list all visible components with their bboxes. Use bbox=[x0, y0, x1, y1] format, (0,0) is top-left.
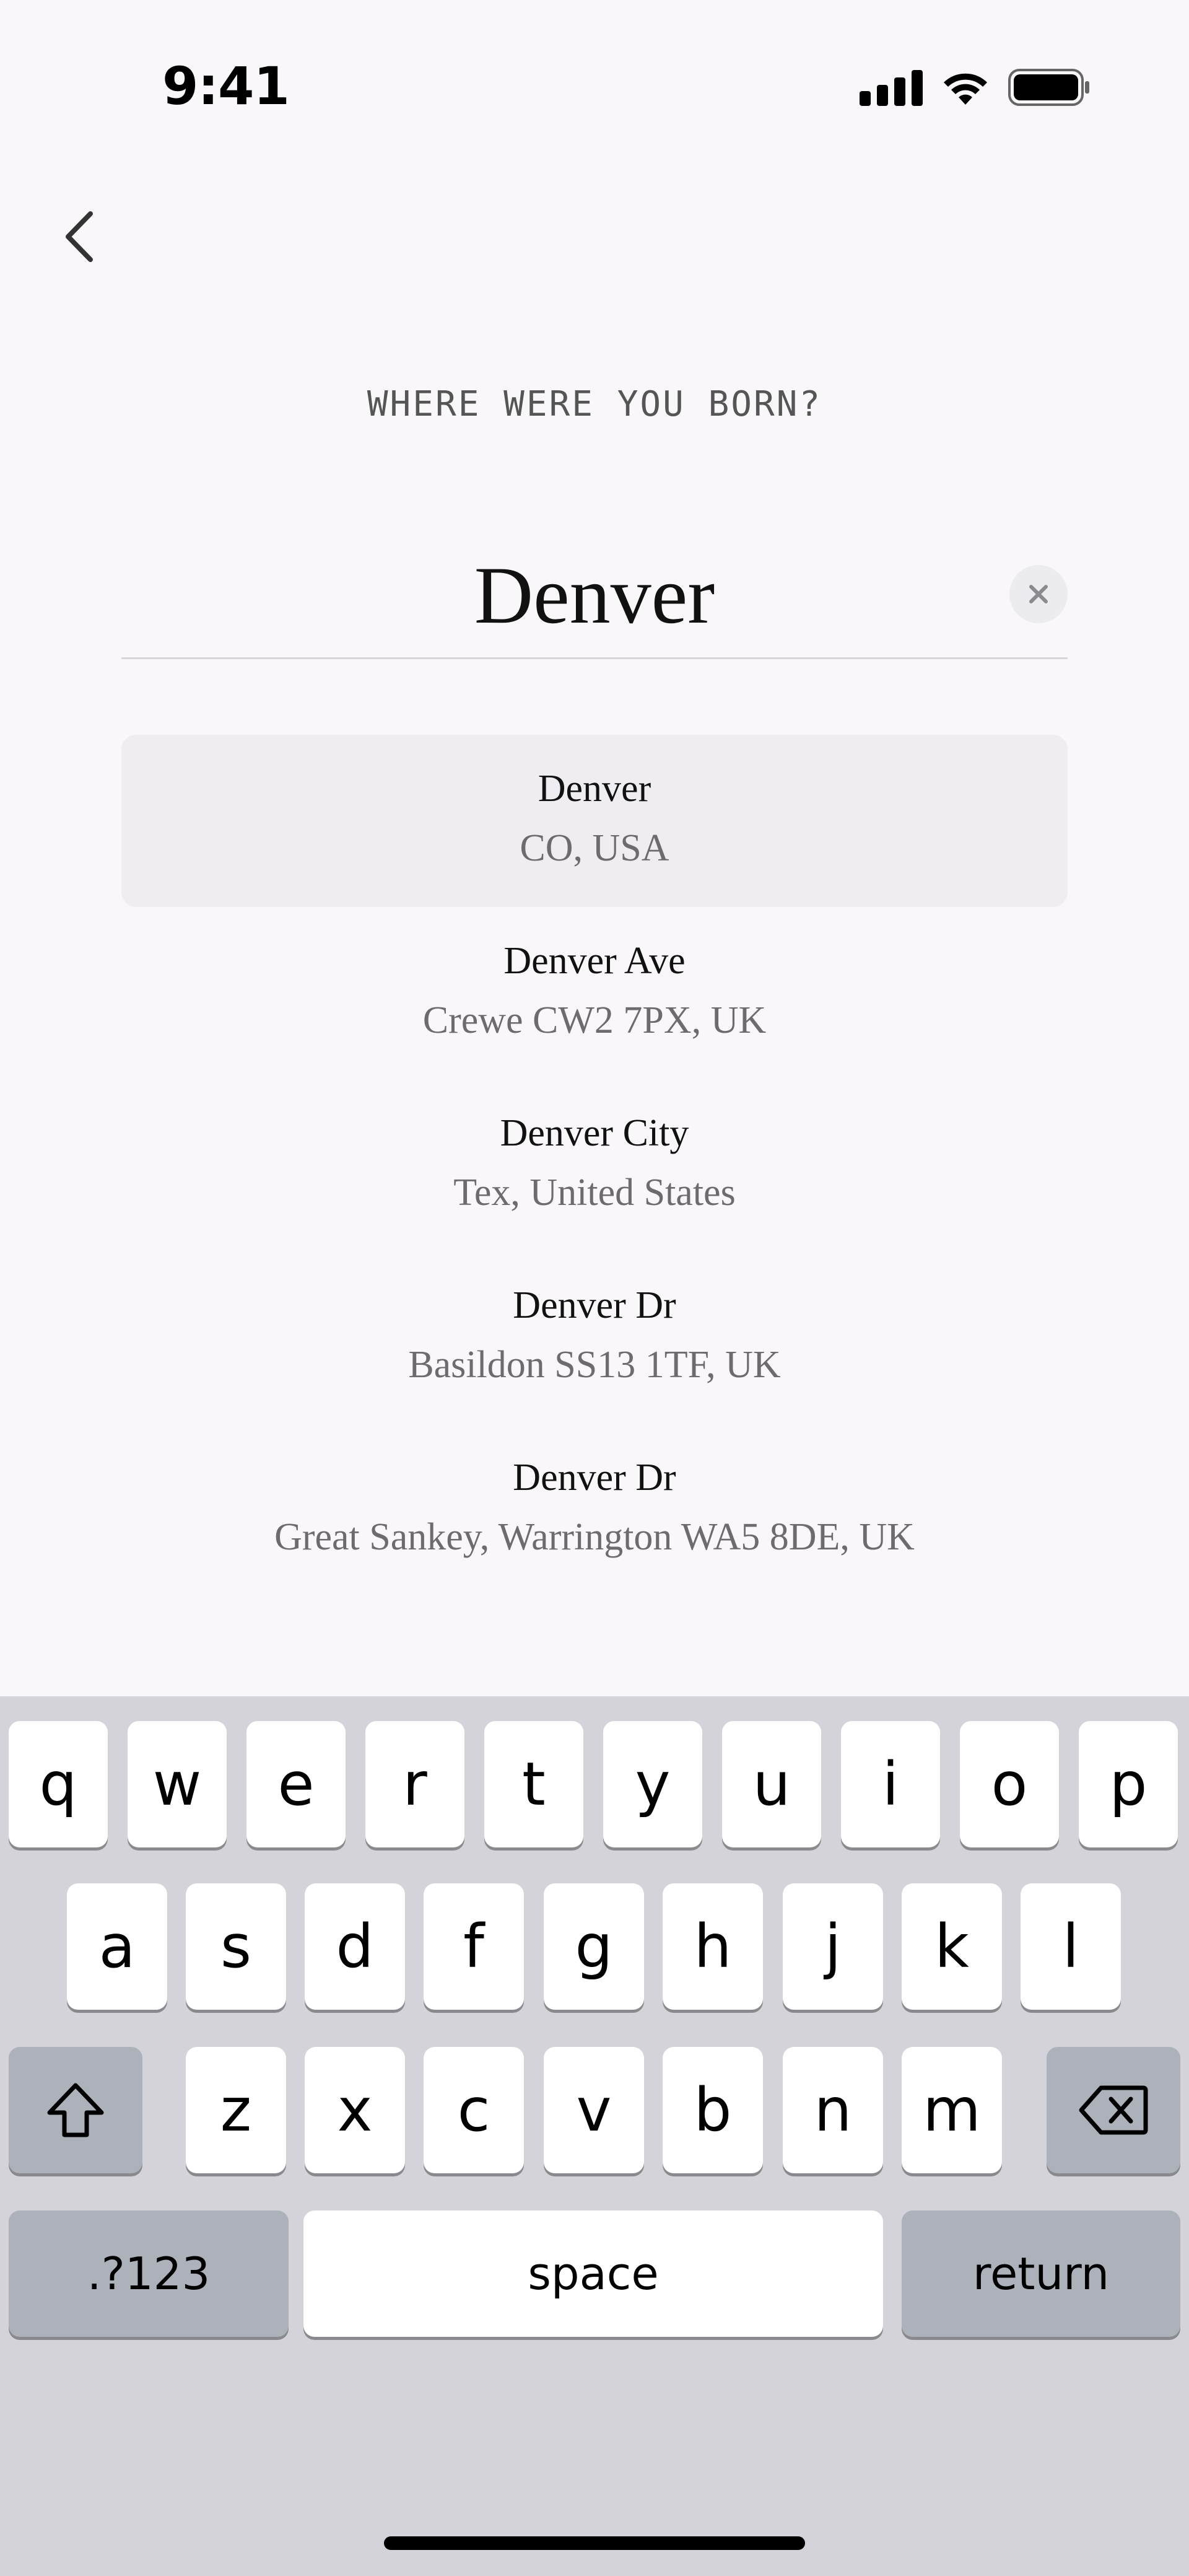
shift-key[interactable] bbox=[9, 2047, 142, 2173]
question-heading: WHERE WERE YOU BORN? bbox=[367, 384, 822, 424]
key-p[interactable]: p bbox=[1079, 1721, 1178, 1847]
key-k[interactable]: k bbox=[902, 1883, 1002, 2010]
key-z[interactable]: z bbox=[186, 2047, 286, 2173]
key-o[interactable]: o bbox=[960, 1721, 1059, 1847]
key-f[interactable]: f bbox=[424, 1883, 524, 2010]
shift-icon bbox=[47, 2083, 104, 2137]
key-c[interactable]: c bbox=[424, 2047, 524, 2173]
key-w[interactable]: w bbox=[128, 1721, 227, 1847]
results-list: Denver CO, USA Denver Ave Crewe CW2 7PX,… bbox=[121, 735, 1068, 1596]
key-u[interactable]: u bbox=[722, 1721, 821, 1847]
key-h[interactable]: h bbox=[663, 1883, 763, 2010]
backspace-icon bbox=[1079, 2085, 1148, 2135]
key-g[interactable]: g bbox=[544, 1883, 644, 2010]
result-name: Denver bbox=[538, 768, 651, 810]
key-i[interactable]: i bbox=[841, 1721, 940, 1847]
key-s[interactable]: s bbox=[186, 1883, 286, 2010]
search-field bbox=[121, 533, 1068, 659]
home-indicator bbox=[384, 2536, 805, 2550]
result-item[interactable]: Denver Ave Crewe CW2 7PX, UK bbox=[121, 907, 1068, 1079]
status-icons bbox=[860, 67, 1090, 108]
key-t[interactable]: t bbox=[484, 1721, 583, 1847]
chevron-left-icon bbox=[66, 211, 93, 262]
signal-icon bbox=[860, 69, 923, 106]
key-a[interactable]: a bbox=[67, 1883, 167, 2010]
key-j[interactable]: j bbox=[783, 1883, 883, 2010]
key-v[interactable]: v bbox=[544, 2047, 644, 2173]
key-q[interactable]: q bbox=[9, 1721, 108, 1847]
key-m[interactable]: m bbox=[902, 2047, 1002, 2173]
status-time: 9:41 bbox=[162, 56, 290, 116]
close-icon bbox=[1029, 585, 1048, 603]
search-input[interactable] bbox=[121, 533, 1068, 657]
wifi-icon bbox=[940, 69, 991, 106]
delete-key[interactable] bbox=[1047, 2047, 1180, 2173]
key-r[interactable]: r bbox=[365, 1721, 464, 1847]
key-l[interactable]: l bbox=[1021, 1883, 1121, 2010]
result-detail: Tex, United States bbox=[453, 1172, 736, 1214]
key-x[interactable]: x bbox=[305, 2047, 405, 2173]
return-key[interactable]: return bbox=[902, 2210, 1180, 2337]
result-name: Denver Dr bbox=[513, 1457, 676, 1499]
space-key[interactable]: space bbox=[303, 2210, 883, 2337]
key-n[interactable]: n bbox=[783, 2047, 883, 2173]
numbers-key[interactable]: .?123 bbox=[9, 2210, 289, 2337]
battery-icon bbox=[1008, 68, 1090, 107]
clear-button[interactable] bbox=[1009, 565, 1068, 623]
result-detail: CO, USA bbox=[520, 827, 669, 869]
result-name: Denver Dr bbox=[513, 1284, 676, 1326]
result-name: Denver Ave bbox=[503, 940, 686, 982]
result-detail: Basildon SS13 1TF, UK bbox=[408, 1344, 781, 1386]
key-y[interactable]: y bbox=[603, 1721, 702, 1847]
back-button[interactable] bbox=[50, 199, 109, 274]
result-name: Denver City bbox=[500, 1112, 689, 1154]
result-detail: Great Sankey, Warrington WA5 8DE, UK bbox=[274, 1516, 915, 1558]
result-item[interactable]: Denver Dr Basildon SS13 1TF, UK bbox=[121, 1251, 1068, 1424]
result-item[interactable]: Denver Dr Great Sankey, Warrington WA5 8… bbox=[121, 1424, 1068, 1596]
keyboard: q w e r t y u i o p a s d f g h j k l z … bbox=[0, 1696, 1189, 2576]
result-detail: Crewe CW2 7PX, UK bbox=[422, 999, 767, 1041]
result-item[interactable]: Denver City Tex, United States bbox=[121, 1079, 1068, 1251]
key-d[interactable]: d bbox=[305, 1883, 405, 2010]
result-item[interactable]: Denver CO, USA bbox=[121, 735, 1068, 907]
key-b[interactable]: b bbox=[663, 2047, 763, 2173]
key-e[interactable]: e bbox=[246, 1721, 346, 1847]
